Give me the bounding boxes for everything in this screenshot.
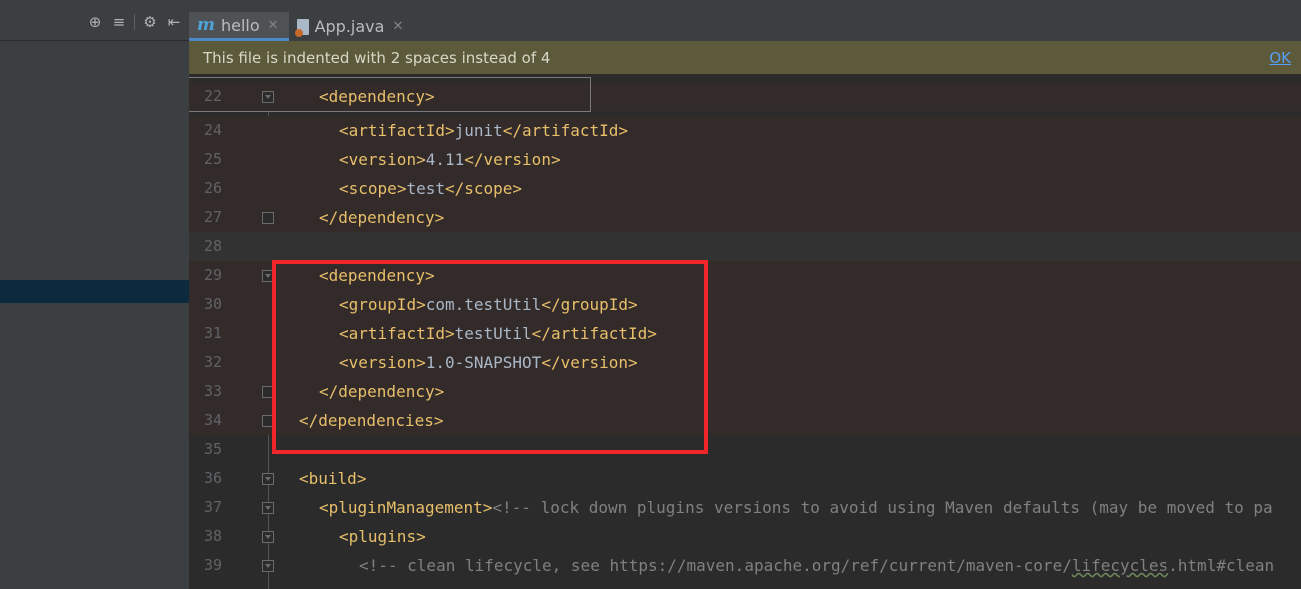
editor-tabs: m hello ✕ App.java ✕ [189,12,1301,42]
fold-marker-icon[interactable] [262,531,274,543]
line-number: 27 [203,208,223,226]
line-number: 24 [203,121,223,139]
code-line[interactable]: 39 <!-- clean lifecycle, see https://mave… [189,551,1301,580]
line-number: 33 [203,382,223,400]
code-line[interactable]: 38 <plugins> [189,522,1301,551]
tab-app-java[interactable]: App.java ✕ [289,12,414,41]
code-text: <plugins> [339,527,426,546]
line-number: 31 [203,324,223,342]
sticky-line-outline [189,77,591,112]
code-line[interactable]: 26 <scope>test</scope> [189,174,1301,203]
fold-marker-icon[interactable] [262,473,274,485]
code-text: <pluginManagement><!-- lock down plugins… [319,498,1273,517]
code-line[interactable]: 36 <build> [189,464,1301,493]
line-number: 30 [203,295,223,313]
settings-icon[interactable]: ⚙ [141,14,159,30]
tab-label: hello [221,15,260,35]
line-number: 36 [203,469,223,487]
code-text: </dependency> [319,208,445,227]
code-text: <scope>test</scope> [339,179,523,198]
line-number: 32 [203,353,223,371]
project-panel: ⊕ ≡ ⚙ ⇤ [0,0,189,589]
locate-icon[interactable]: ⊕ [86,14,104,30]
fold-marker-icon[interactable] [262,212,274,224]
tab-label: App.java [314,17,385,36]
java-file-icon [294,18,309,37]
close-icon[interactable]: ✕ [268,18,279,33]
code-line[interactable]: 28 [189,232,1301,261]
highlight-annotation-box [272,260,708,454]
code-line[interactable]: 37 <pluginManagement><!-- lock down plugi… [189,493,1301,522]
line-number: 34 [203,411,223,429]
hide-panel-icon[interactable]: ⇤ [165,14,183,30]
code-line[interactable]: 25 <version>4.11</version> [189,145,1301,174]
code-line[interactable]: 27 </dependency> [189,203,1301,232]
toolbar-divider [134,14,135,30]
tab-hello[interactable]: m hello ✕ [189,12,289,41]
line-number: 28 [203,237,223,255]
code-text: <artifactId>junit</artifactId> [339,121,629,140]
line-number: 38 [203,527,223,545]
fold-marker-icon[interactable] [262,560,274,572]
code-text: <!-- clean lifecycle, see https://maven.… [359,556,1275,575]
ok-link[interactable]: OK [1269,49,1291,67]
maven-m-icon: m [197,15,215,35]
line-number: 39 [203,556,223,574]
close-icon[interactable]: ✕ [392,19,403,34]
code-text: <version>4.11</version> [339,150,561,169]
line-number: 25 [203,150,223,168]
collapse-all-icon[interactable]: ≡ [110,14,128,30]
fold-marker-icon[interactable] [262,502,274,514]
code-line[interactable]: 24 <artifactId>junit</artifactId> [189,116,1301,145]
line-number: 26 [203,179,223,197]
code-text: <build> [299,469,367,488]
notification-text: This file is indented with 2 spaces inst… [203,48,551,67]
project-panel-toolbar: ⊕ ≡ ⚙ ⇤ [0,0,189,41]
line-number: 37 [203,498,223,516]
line-number: 35 [203,440,223,458]
line-number: 29 [203,266,223,284]
project-tree-selected-row[interactable] [0,280,189,303]
indent-notification-bar: This file is indented with 2 spaces inst… [189,41,1301,74]
